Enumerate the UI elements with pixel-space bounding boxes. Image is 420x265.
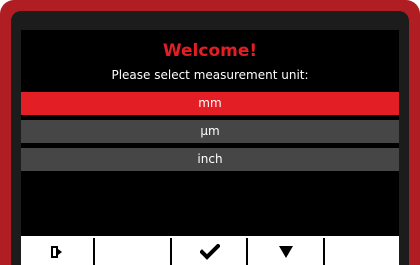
- unit-option-label: µm: [200, 124, 220, 138]
- unit-option-um[interactable]: µm: [21, 120, 399, 143]
- confirm-softkey[interactable]: [173, 238, 249, 265]
- unit-option-inch[interactable]: inch: [21, 148, 399, 171]
- exit-icon: [51, 245, 63, 258]
- checkmark-icon: [200, 243, 221, 260]
- exit-softkey[interactable]: [21, 238, 96, 265]
- softkey-bar: [21, 236, 400, 265]
- unit-options-list: mm µm inch: [21, 92, 399, 176]
- softkey-2-empty[interactable]: [97, 238, 172, 265]
- unit-option-label: inch: [197, 152, 223, 166]
- device-frame: Welcome! Please select measurement unit:…: [0, 0, 420, 265]
- unit-option-label: mm: [198, 96, 222, 110]
- instruction-text: Please select measurement unit:: [111, 68, 309, 82]
- unit-option-mm[interactable]: mm: [21, 92, 399, 115]
- down-softkey[interactable]: [250, 238, 325, 265]
- screen-bezel: Welcome! Please select measurement unit:…: [11, 11, 409, 265]
- display-screen: Welcome! Please select measurement unit:…: [21, 30, 400, 265]
- arrow-down-icon: [279, 245, 294, 258]
- welcome-title: Welcome!: [162, 41, 258, 61]
- softkey-5-empty[interactable]: [326, 238, 400, 265]
